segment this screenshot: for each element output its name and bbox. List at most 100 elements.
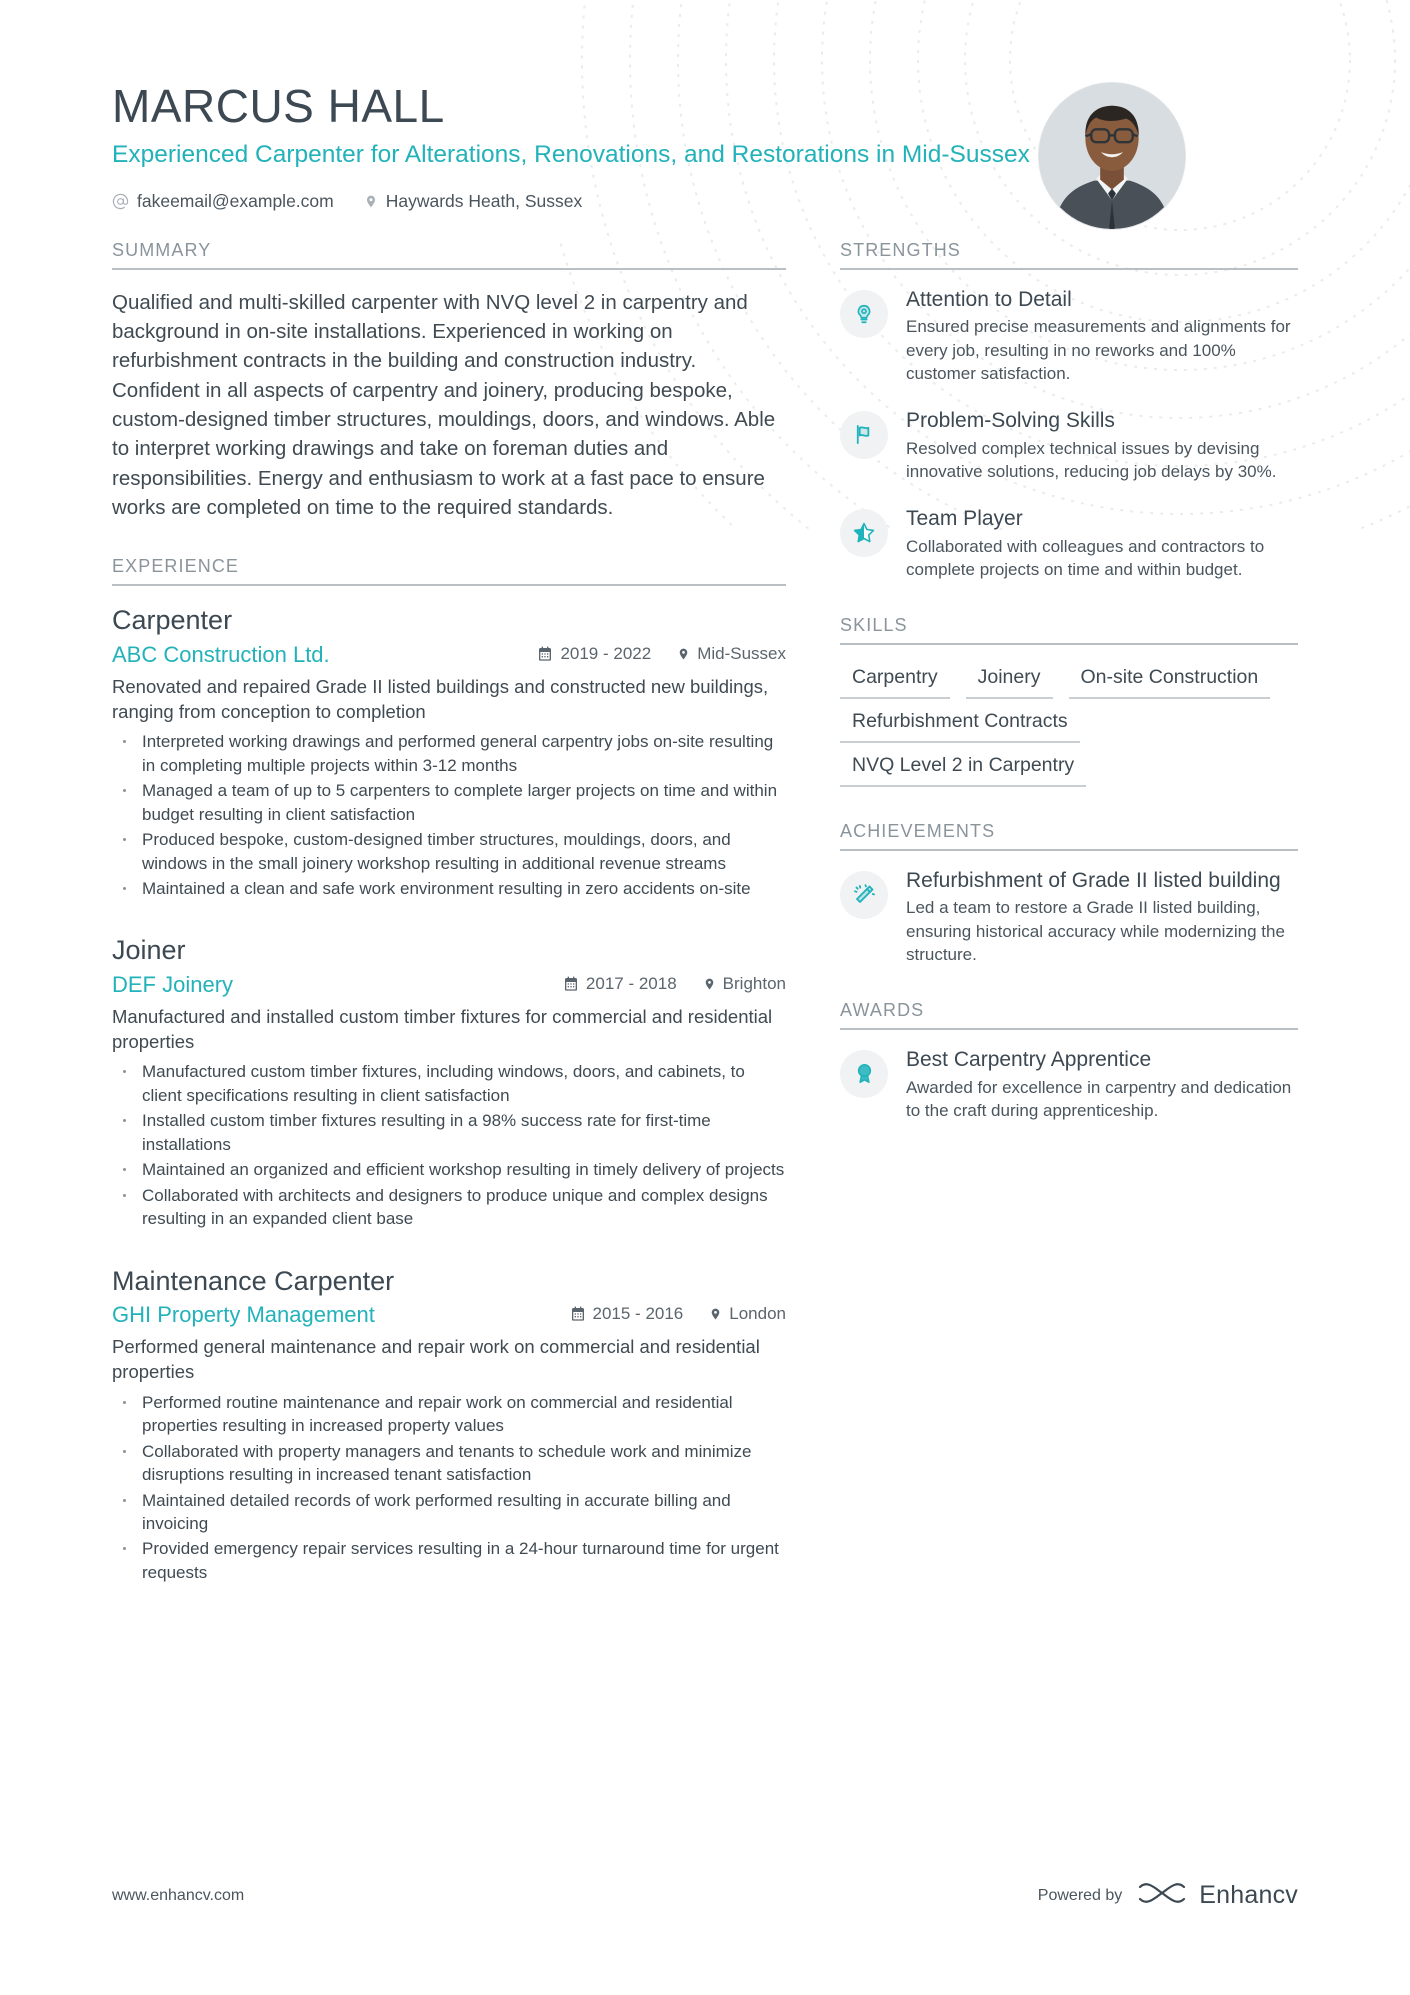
magic-wand-icon [840, 870, 888, 919]
section-title-strengths: STRENGTHS [840, 240, 1298, 270]
award-medal-icon [840, 1049, 888, 1098]
strengths-item: Team Player Collaborated with colleagues … [840, 507, 1298, 581]
powered-by-label: Powered by [1037, 1886, 1123, 1904]
job-meta: ABC Construction Ltd. 2019 - 2022 Mid-Suss… [112, 642, 786, 668]
strengths-item-body: Problem-Solving Skills Resolved complex t… [906, 409, 1298, 483]
job-location: Mid-Sussex [677, 644, 786, 664]
job-location: London [709, 1304, 786, 1324]
job-dates-text: 2015 - 2016 [592, 1304, 684, 1324]
skill-tag: Carpentry [840, 661, 950, 699]
map-pin-icon [677, 646, 690, 662]
job-dates-text: 2017 - 2018 [585, 973, 677, 993]
main-column: SUMMARY Qualified and multi-skilled carp… [112, 240, 786, 1619]
resume-page: MARCUS HALL Experienced Carpenter for Al… [0, 0, 1410, 1995]
skill-tag: NVQ Level 2 in Carpentry [840, 749, 1087, 787]
job-dates: 2015 - 2016 [570, 1304, 684, 1324]
section-title-awards: AWARDS [840, 1000, 1298, 1030]
job-role: Joiner [112, 935, 186, 966]
job-location: Brighton [703, 974, 786, 994]
flag-icon [840, 410, 888, 459]
awards-item-desc: Awarded for excellence in carpentry and … [906, 1077, 1292, 1120]
contact-location: Haywards Heath, Sussex [364, 191, 582, 212]
summary-text: Qualified and multi-skilled carpenter wi… [112, 290, 776, 519]
calendar-icon [537, 646, 553, 662]
enhancv-brand-name: Enhancv [1199, 1881, 1298, 1909]
strengths-item-desc: Collaborated with colleagues and contrac… [906, 536, 1265, 579]
section-summary: SUMMARY Qualified and multi-skilled carp… [112, 240, 786, 523]
footer-url[interactable]: www.enhancv.com [112, 1887, 244, 1905]
job-meta: GHI Property Management 2015 - 2016 London [112, 1302, 786, 1328]
job-bullet: Maintained a clean and safe work environ… [112, 877, 786, 900]
job-location-text: Mid-Sussex [697, 643, 786, 663]
skill-tag: On-site Construction [1068, 661, 1271, 699]
contact-email-text: fakeemail@example.com [137, 190, 334, 211]
strengths-item-title: Attention to Detail [906, 287, 1072, 311]
enhancv-logo-icon [1136, 1878, 1190, 1913]
section-achievements: ACHIEVEMENTS Refurbishment of Grade II l… [840, 821, 1298, 966]
experience-entry: Carpenter ABC Construction Ltd. 2019 - 202… [112, 604, 786, 900]
achievements-item: Refurbishment of Grade II listed buildin… [840, 869, 1298, 966]
awards-item-body: Best Carpentry Apprentice Awarded for exc… [906, 1048, 1298, 1122]
section-title-achievements: ACHIEVEMENTS [840, 821, 1298, 851]
strengths-item-body: Attention to Detail Ensured precise measu… [906, 288, 1298, 385]
awards-item-title: Best Carpentry Apprentice [906, 1047, 1152, 1071]
job-company: DEF Joinery [112, 971, 234, 997]
lightbulb-icon [840, 289, 888, 338]
job-bullet: Manufactured custom timber fixtures, inc… [112, 1060, 786, 1107]
strengths-item: Problem-Solving Skills Resolved complex t… [840, 409, 1298, 483]
resume-header: MARCUS HALL Experienced Carpenter for Al… [112, 0, 1298, 230]
section-awards: AWARDS Best Carpentry Apprentice Awarded … [840, 1000, 1298, 1122]
job-bullet: Maintained an organized and efficient wo… [112, 1158, 786, 1181]
sidebar-column: STRENGTHS Attention to Detail Ensured pre… [840, 240, 1298, 1156]
experience-entry: Joiner DEF Joinery 2017 - 2018 Brighton Manu… [112, 934, 786, 1230]
job-bullet-list: Performed routine maintenance and repair… [112, 1391, 786, 1585]
strengths-item-body: Team Player Collaborated with colleagues … [906, 507, 1298, 581]
section-experience: EXPERIENCE Carpenter ABC Construction Ltd… [112, 556, 786, 1584]
avatar [1038, 82, 1186, 230]
skill-tag: Refurbishment Contracts [840, 705, 1080, 743]
strengths-item: Attention to Detail Ensured precise measu… [840, 288, 1298, 385]
skill-tag: Joinery [965, 661, 1053, 699]
achievements-item-title: Refurbishment of Grade II listed buildin… [906, 868, 1281, 892]
section-title-experience: EXPERIENCE [112, 556, 786, 587]
strengths-item-desc: Resolved complex technical issues by dev… [906, 438, 1277, 481]
headline: Experienced Carpenter for Alterations, R… [112, 141, 1030, 169]
contact-email[interactable]: fakeemail@example.com [112, 191, 334, 212]
achievements-item-body: Refurbishment of Grade II listed buildin… [906, 869, 1298, 966]
job-bullet-list: Interpreted working drawings and perform… [112, 730, 786, 900]
at-icon [112, 193, 129, 210]
section-skills: SKILLS Carpentry Joinery On-site Construct… [840, 615, 1298, 787]
map-pin-icon [703, 976, 716, 992]
strengths-item-title: Problem-Solving Skills [906, 408, 1115, 432]
job-bullet: Produced bespoke, custom-designed timber… [112, 828, 786, 875]
job-bullet: Performed routine maintenance and repair… [112, 1391, 786, 1438]
job-bullet: Maintained detailed records of work perf… [112, 1489, 786, 1536]
enhancv-brand: Enhancv [1136, 1878, 1298, 1913]
footer: www.enhancv.com Powered by Enhancv [112, 1878, 1298, 1913]
strengths-item-title: Team Player [906, 506, 1023, 530]
job-bullet: Provided emergency repair services resul… [112, 1537, 786, 1584]
star-icon [840, 508, 888, 557]
job-role: Maintenance Carpenter [112, 1265, 395, 1296]
job-description: Manufactured and installed custom timber… [112, 1005, 773, 1053]
contact-location-text: Haywards Heath, Sussex [385, 190, 583, 211]
job-location-text: Brighton [722, 973, 786, 993]
job-bullet-list: Manufactured custom timber fixtures, inc… [112, 1060, 786, 1230]
job-role: Carpenter [112, 605, 233, 636]
job-dates: 2019 - 2022 [537, 644, 651, 664]
section-strengths: STRENGTHS Attention to Detail Ensured pre… [840, 240, 1298, 581]
job-dates-text: 2019 - 2022 [560, 643, 652, 663]
map-pin-icon [709, 1306, 722, 1322]
awards-item: Best Carpentry Apprentice Awarded for exc… [840, 1048, 1298, 1122]
job-company: ABC Construction Ltd. [112, 641, 330, 667]
calendar-icon [570, 1306, 586, 1322]
job-bullet: Collaborated with property managers and … [112, 1440, 786, 1487]
section-title-skills: SKILLS [840, 615, 1298, 645]
job-description: Renovated and repaired Grade II listed b… [112, 675, 769, 722]
strengths-item-desc: Ensured precise measurements and alignme… [906, 317, 1291, 383]
job-meta: DEF Joinery 2017 - 2018 Brighton [112, 972, 786, 998]
job-bullet: Collaborated with architects and designe… [112, 1184, 786, 1231]
job-description: Performed general maintenance and repair… [112, 1336, 760, 1383]
map-pin-icon [364, 193, 378, 210]
job-location-text: London [729, 1304, 786, 1324]
